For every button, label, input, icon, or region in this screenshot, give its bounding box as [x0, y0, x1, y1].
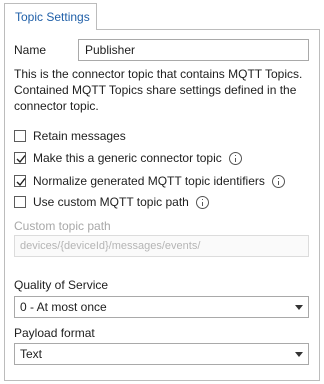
info-icon[interactable]	[228, 151, 242, 165]
custom-topic-path-label: Custom topic path	[14, 219, 111, 233]
normalize-identifiers-checkbox[interactable]	[14, 175, 26, 187]
tab-topic-settings[interactable]: Topic Settings	[4, 3, 97, 30]
qos-label: Quality of Service	[14, 278, 109, 292]
qos-value: 0 - At most once	[20, 300, 107, 314]
tab-label: Topic Settings	[15, 10, 90, 24]
info-icon[interactable]	[195, 195, 209, 209]
normalize-identifiers-row[interactable]: Normalize generated MQTT topic identifie…	[14, 172, 285, 190]
info-icon[interactable]	[271, 174, 285, 188]
qos-select[interactable]: 0 - At most once	[14, 296, 309, 318]
retain-messages-checkbox[interactable]	[14, 130, 26, 142]
checkmark-icon	[16, 155, 26, 164]
custom-topic-path-input: devices/{deviceId}/messages/events/	[14, 235, 309, 257]
payload-format-label: Payload format	[14, 326, 95, 340]
retain-messages-label: Retain messages	[33, 129, 126, 143]
checkmark-icon	[16, 178, 26, 187]
generic-connector-label: Make this a generic connector topic	[33, 151, 222, 165]
custom-path-checkbox-label: Use custom MQTT topic path	[33, 195, 189, 209]
chevron-down-icon	[295, 305, 303, 310]
retain-messages-row[interactable]: Retain messages	[14, 127, 126, 145]
name-label: Name	[14, 43, 47, 57]
payload-format-select[interactable]: Text	[14, 343, 309, 365]
tab-connector	[5, 29, 96, 31]
custom-path-checkbox[interactable]	[14, 196, 26, 208]
payload-format-value: Text	[20, 347, 43, 361]
generic-connector-row[interactable]: Make this a generic connector topic	[14, 149, 242, 167]
generic-connector-checkbox[interactable]	[14, 152, 26, 164]
chevron-down-icon	[295, 352, 303, 357]
description-text: This is the connector topic that contain…	[14, 67, 303, 113]
name-field[interactable]: Publisher	[78, 39, 309, 61]
normalize-identifiers-label: Normalize generated MQTT topic identifie…	[33, 174, 265, 188]
custom-path-row[interactable]: Use custom MQTT topic path	[14, 193, 209, 211]
